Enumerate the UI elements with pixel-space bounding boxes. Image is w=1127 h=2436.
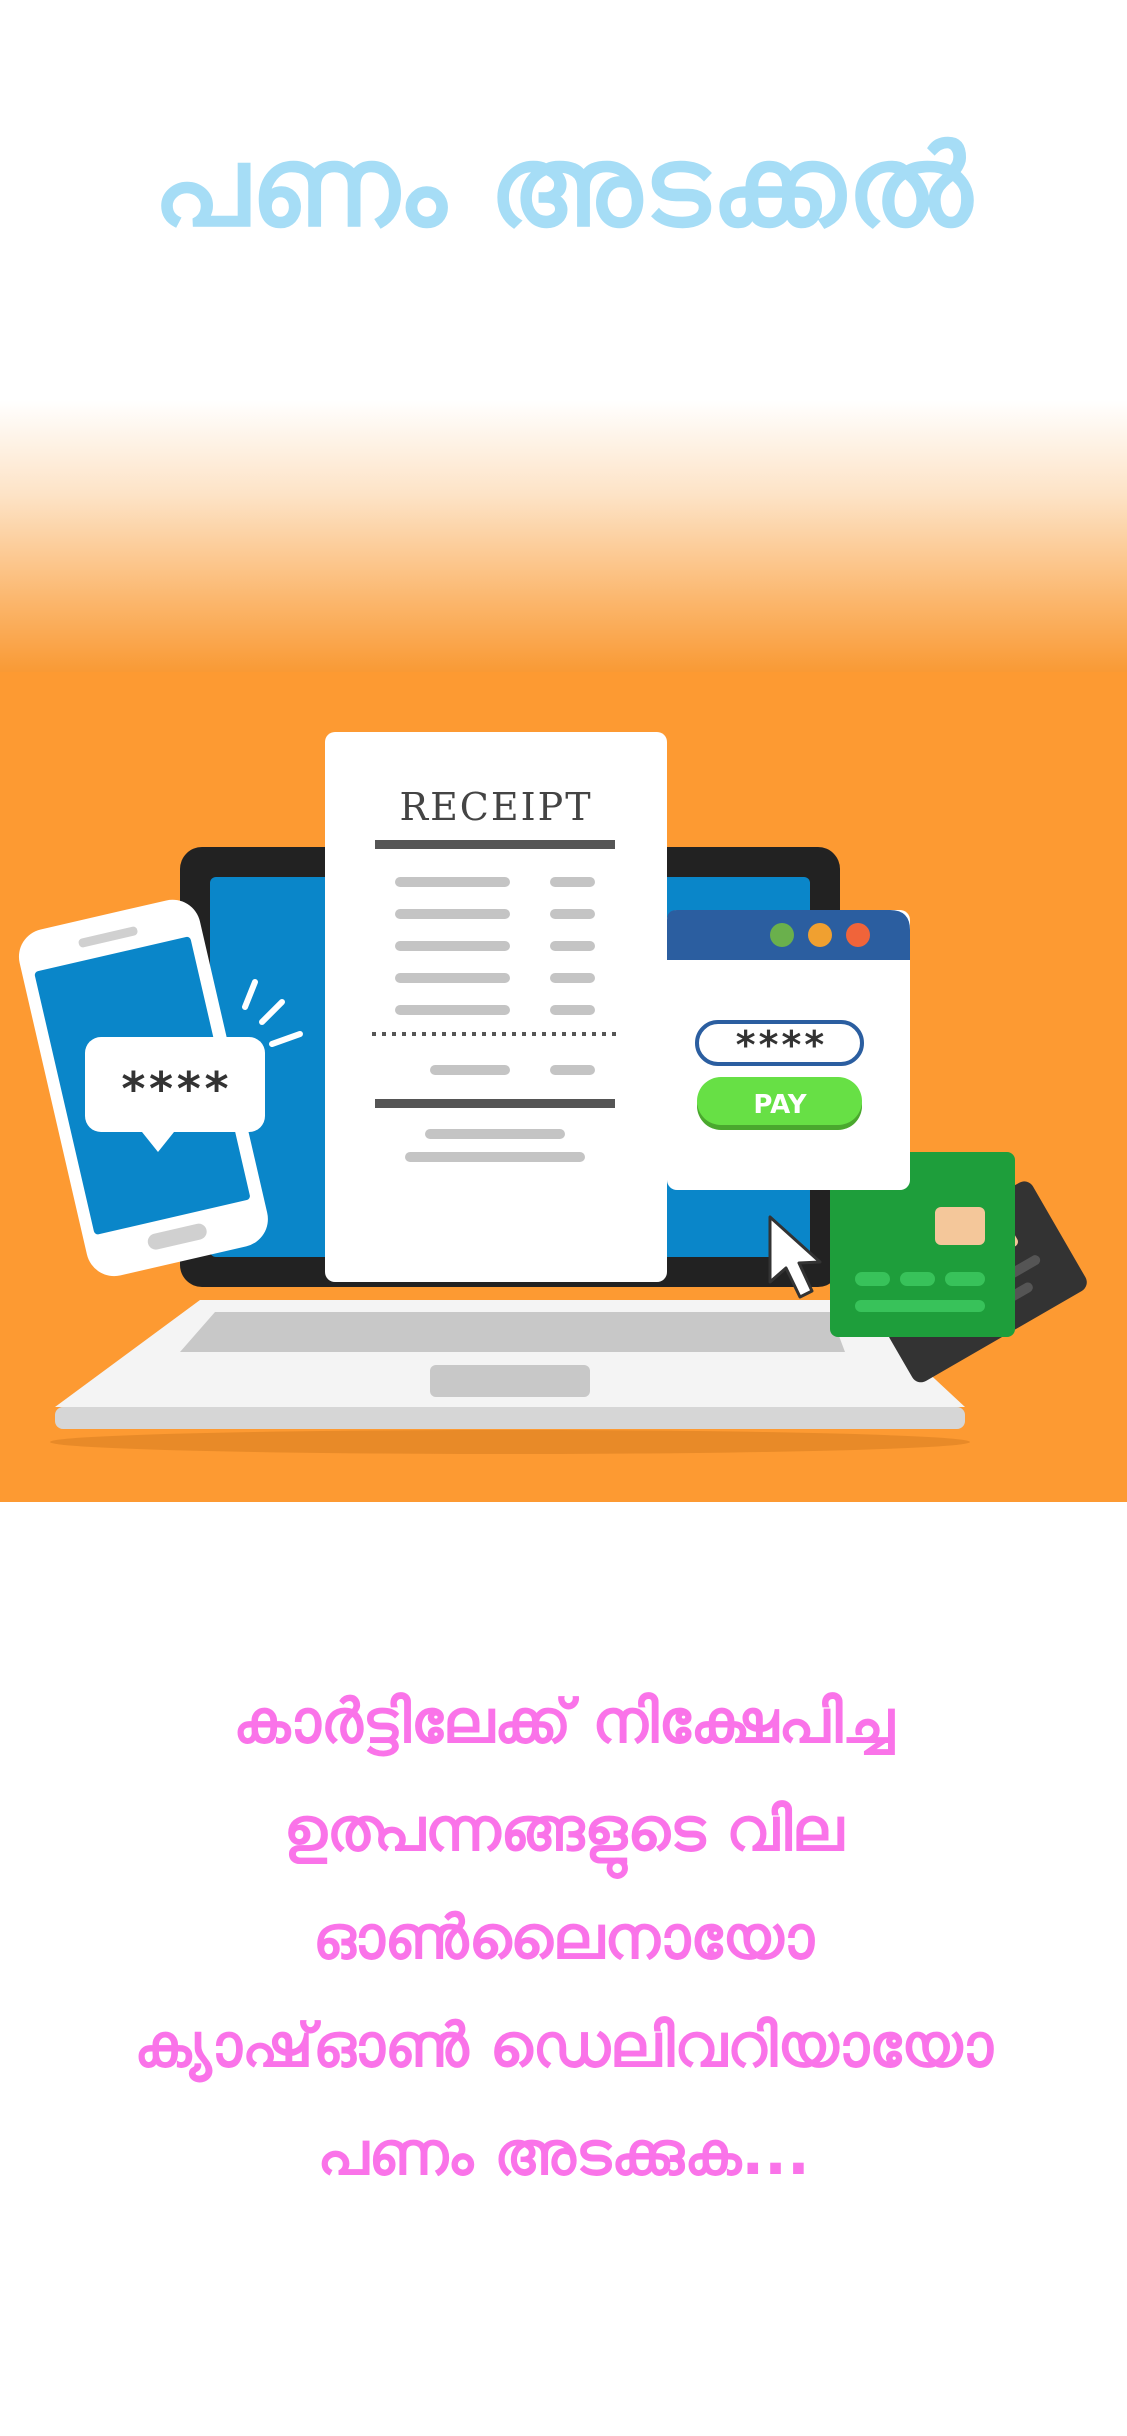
description-line: പണം അടക്കുക... — [317, 2119, 810, 2189]
description-line: ക്യാഷ്ഓൺ ഡെലിവറിയായോ — [134, 2011, 993, 2081]
gradient-band — [0, 400, 1127, 672]
phone-pin-text: **** — [120, 1062, 231, 1116]
page-title: പണം അടക്കൽ — [153, 122, 974, 252]
description-line: ഉത്പന്നങ്ങളുടെ വില — [283, 1795, 844, 1865]
pay-button: PAY — [753, 1090, 807, 1120]
browser-window-icon: **** PAY — [667, 910, 910, 1190]
description: കാർട്ടിലേക്ക് നിക്ഷേപിച്ച ഉത്പന്നങ്ങളുടെ… — [40, 1668, 1087, 2208]
receipt-heading: RECEIPT — [399, 785, 592, 829]
payment-illustration: **** RECEIPT **** PAY — [0, 672, 1127, 1502]
receipt-icon: RECEIPT — [325, 732, 667, 1282]
description-line: കാർട്ടിലേക്ക് നിക്ഷേപിച്ച — [233, 1687, 894, 1757]
description-line: ഓൺലൈനായോ — [312, 1903, 815, 1973]
browser-pin-text: **** — [734, 1023, 826, 1067]
